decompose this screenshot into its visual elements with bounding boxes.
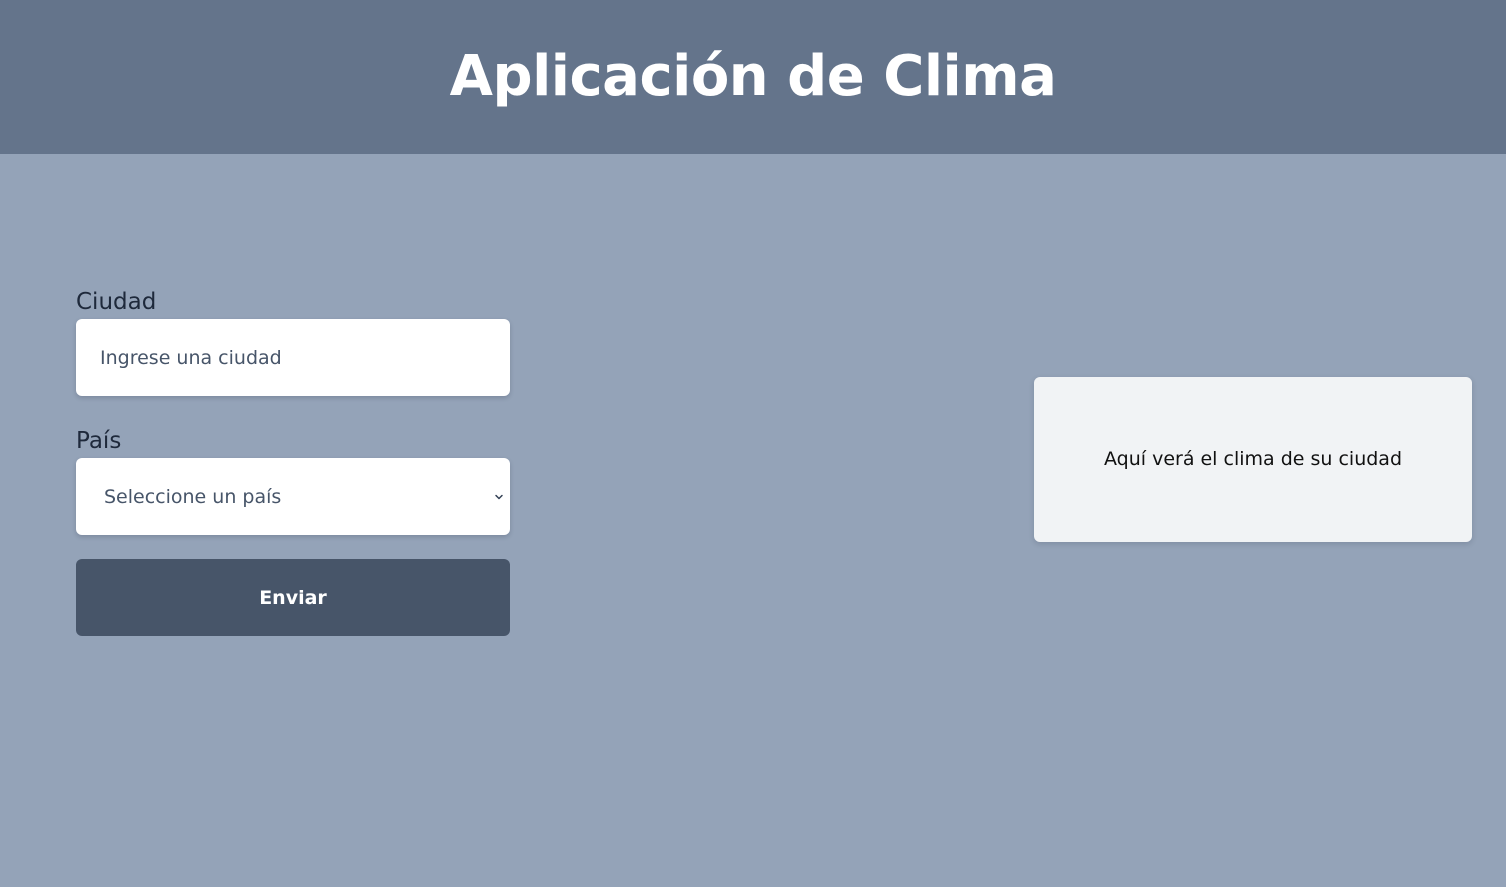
city-label: Ciudad xyxy=(76,289,157,315)
weather-result-card: Aquí verá el clima de su ciudad xyxy=(1034,377,1472,542)
submit-button[interactable]: Enviar xyxy=(76,559,510,636)
city-input[interactable] xyxy=(76,319,510,396)
chevron-down-icon xyxy=(495,494,503,499)
country-select-value: Seleccione un país xyxy=(104,485,282,508)
country-select[interactable]: Seleccione un país xyxy=(76,458,510,535)
app-title: Aplicación de Clima xyxy=(449,44,1057,109)
weather-form: Ciudad País Seleccione un país Enviar xyxy=(76,285,510,636)
country-label: País xyxy=(76,428,122,454)
app-header: Aplicación de Clima xyxy=(0,0,1506,154)
weather-result-message: Aquí verá el clima de su ciudad xyxy=(1103,448,1403,470)
